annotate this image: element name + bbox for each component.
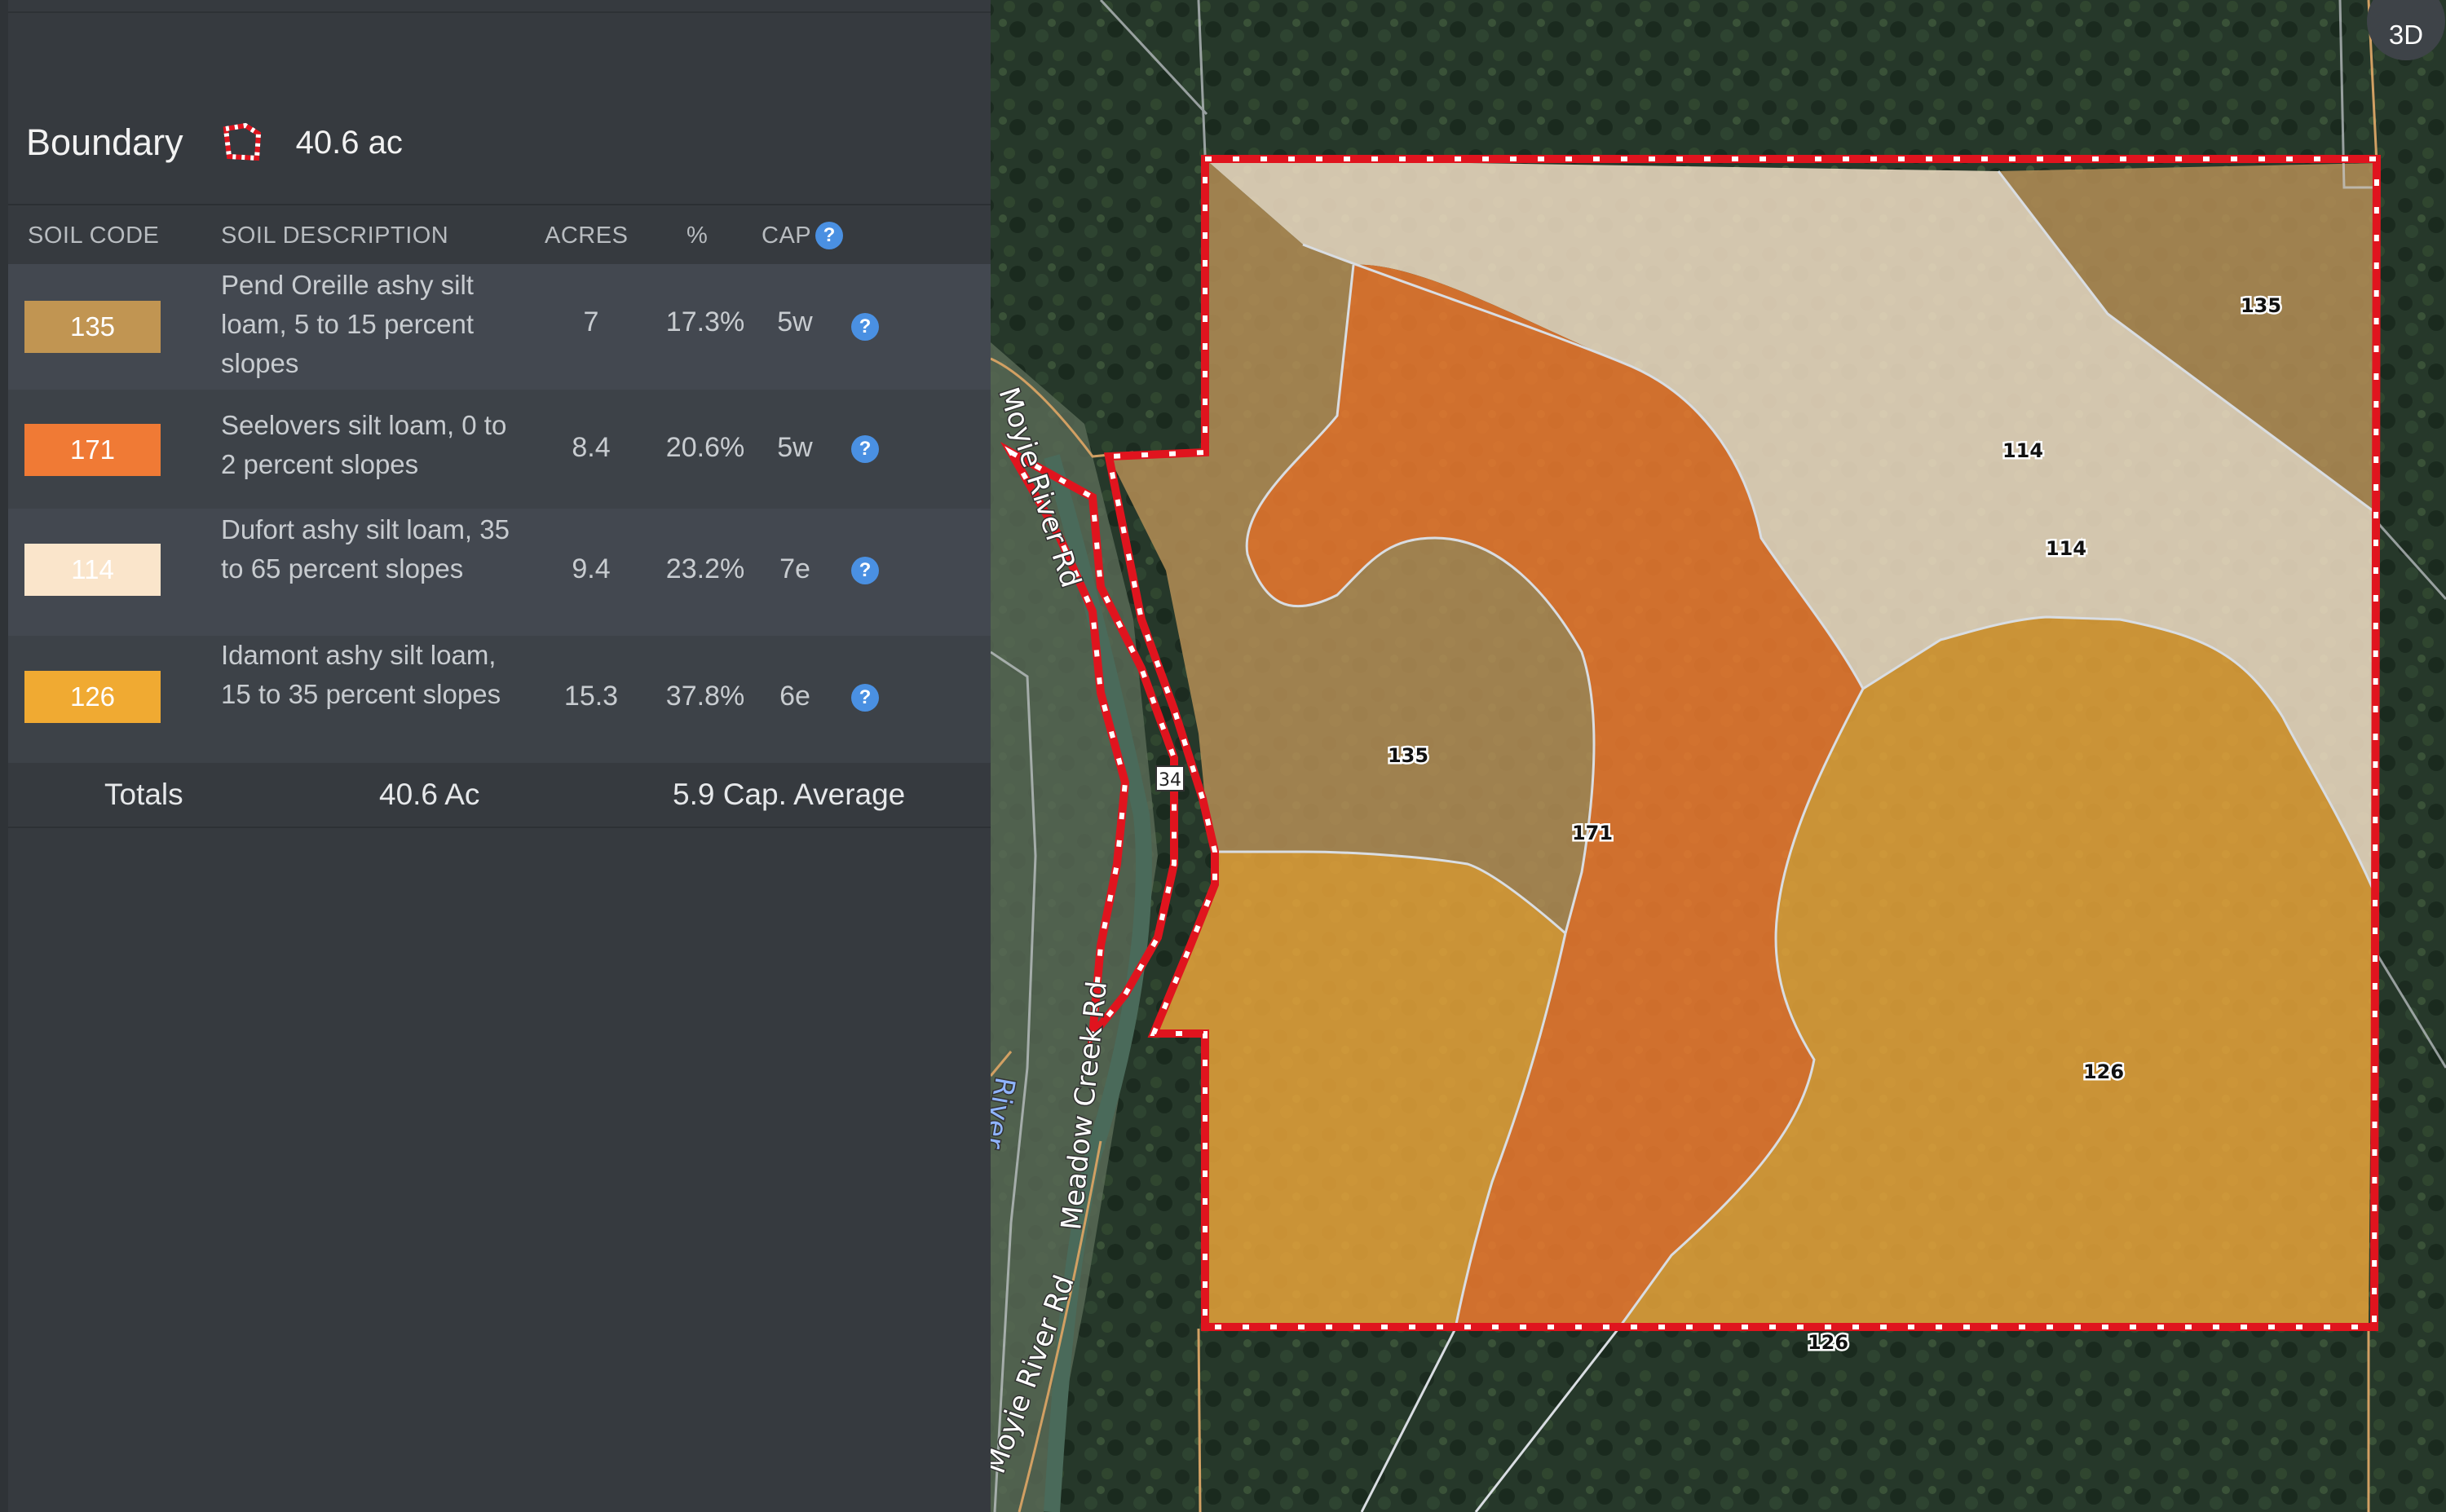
table-header: SOIL CODE SOIL DESCRIPTION ACRES % CAP ? [8,207,991,264]
polygon-boundary-icon[interactable] [221,122,263,163]
soil-description: Dufort ashy silt loam, 35 to 65 percent … [221,514,510,584]
soil-description: Pend Oreille ashy silt loam, 5 to 15 per… [221,270,475,378]
table-row[interactable]: 114 Dufort ashy silt loam, 35 to 65 perc… [8,509,991,636]
soil-acres: 8.4 [572,432,611,463]
table-row[interactable]: 171 Seelovers silt loam, 0 to 2 percent … [8,390,991,509]
boundary-header: Boundary 40.6 ac [26,114,403,171]
zone-label-114: 114 [2046,537,2086,560]
panel-edge [0,0,8,1512]
divider [8,204,991,205]
soil-code-badge: 114 [24,544,161,596]
soil-description: Idamont ashy silt loam, 15 to 35 percent… [221,640,501,709]
satellite-map[interactable]: 135 114 114 135 171 126 126 Moyie River … [991,0,2446,1512]
table-row[interactable]: 135 Pend Oreille ashy silt loam, 5 to 15… [8,264,991,390]
soil-description: Seelovers silt loam, 0 to 2 percent slop… [221,410,507,479]
zone-label-135: 135 [2241,294,2281,317]
soil-percent: 17.3% [665,306,745,337]
soil-cap: 7e [779,553,810,584]
soil-acres: 9.4 [572,553,611,584]
table-row[interactable]: 126 Idamont ashy silt loam, 15 to 35 per… [8,636,991,763]
soil-percent: 37.8% [665,681,745,712]
help-icon[interactable]: ? [851,684,879,712]
top-divider [8,0,991,13]
col-soil-description: SOIL DESCRIPTION [221,223,449,249]
soil-percent: 23.2% [665,553,745,584]
cap-help-icon[interactable]: ? [815,222,843,249]
col-soil-code: SOIL CODE [28,223,160,249]
col-acres: ACRES [545,223,629,249]
soil-acres: 7 [583,306,599,337]
col-percent: % [687,223,709,249]
zone-label-135: 135 [1388,744,1428,767]
soil-acres: 15.3 [563,681,619,712]
boundary-title: Boundary [26,121,183,163]
zone-label-126: 126 [2083,1060,2124,1083]
zone-label-171: 171 [1572,822,1613,844]
soil-cap: 6e [779,681,810,712]
totals-row: Totals 40.6 Ac 5.9 Cap. Average [8,763,991,828]
totals-acres: 40.6 Ac [379,778,480,811]
soil-percent: 20.6% [665,432,745,463]
help-icon[interactable]: ? [851,435,879,463]
soil-zones[interactable] [1109,159,2377,1329]
help-icon[interactable]: ? [851,313,879,341]
boundary-acres: 40.6 ac [295,124,403,161]
help-icon[interactable]: ? [851,557,879,584]
soil-cap: 5w [777,432,813,463]
totals-label: Totals [104,778,183,811]
zone-label-126: 126 [1808,1331,1848,1354]
soil-cap: 5w [777,306,813,337]
soil-code-badge: 171 [24,424,161,476]
soil-panel: Boundary 40.6 ac SOIL CODE SOIL DESCRIPT… [0,0,991,1512]
totals-cap-average: 5.9 Cap. Average [673,778,906,811]
zone-label-114: 114 [2002,439,2043,462]
road-shield-number: 34 [1159,770,1181,791]
map-canvas[interactable]: 135 114 114 135 171 126 126 Moyie River … [991,0,2446,1512]
col-cap: CAP [762,223,812,249]
soil-code-badge: 126 [24,671,161,723]
soil-code-badge: 135 [24,301,161,353]
